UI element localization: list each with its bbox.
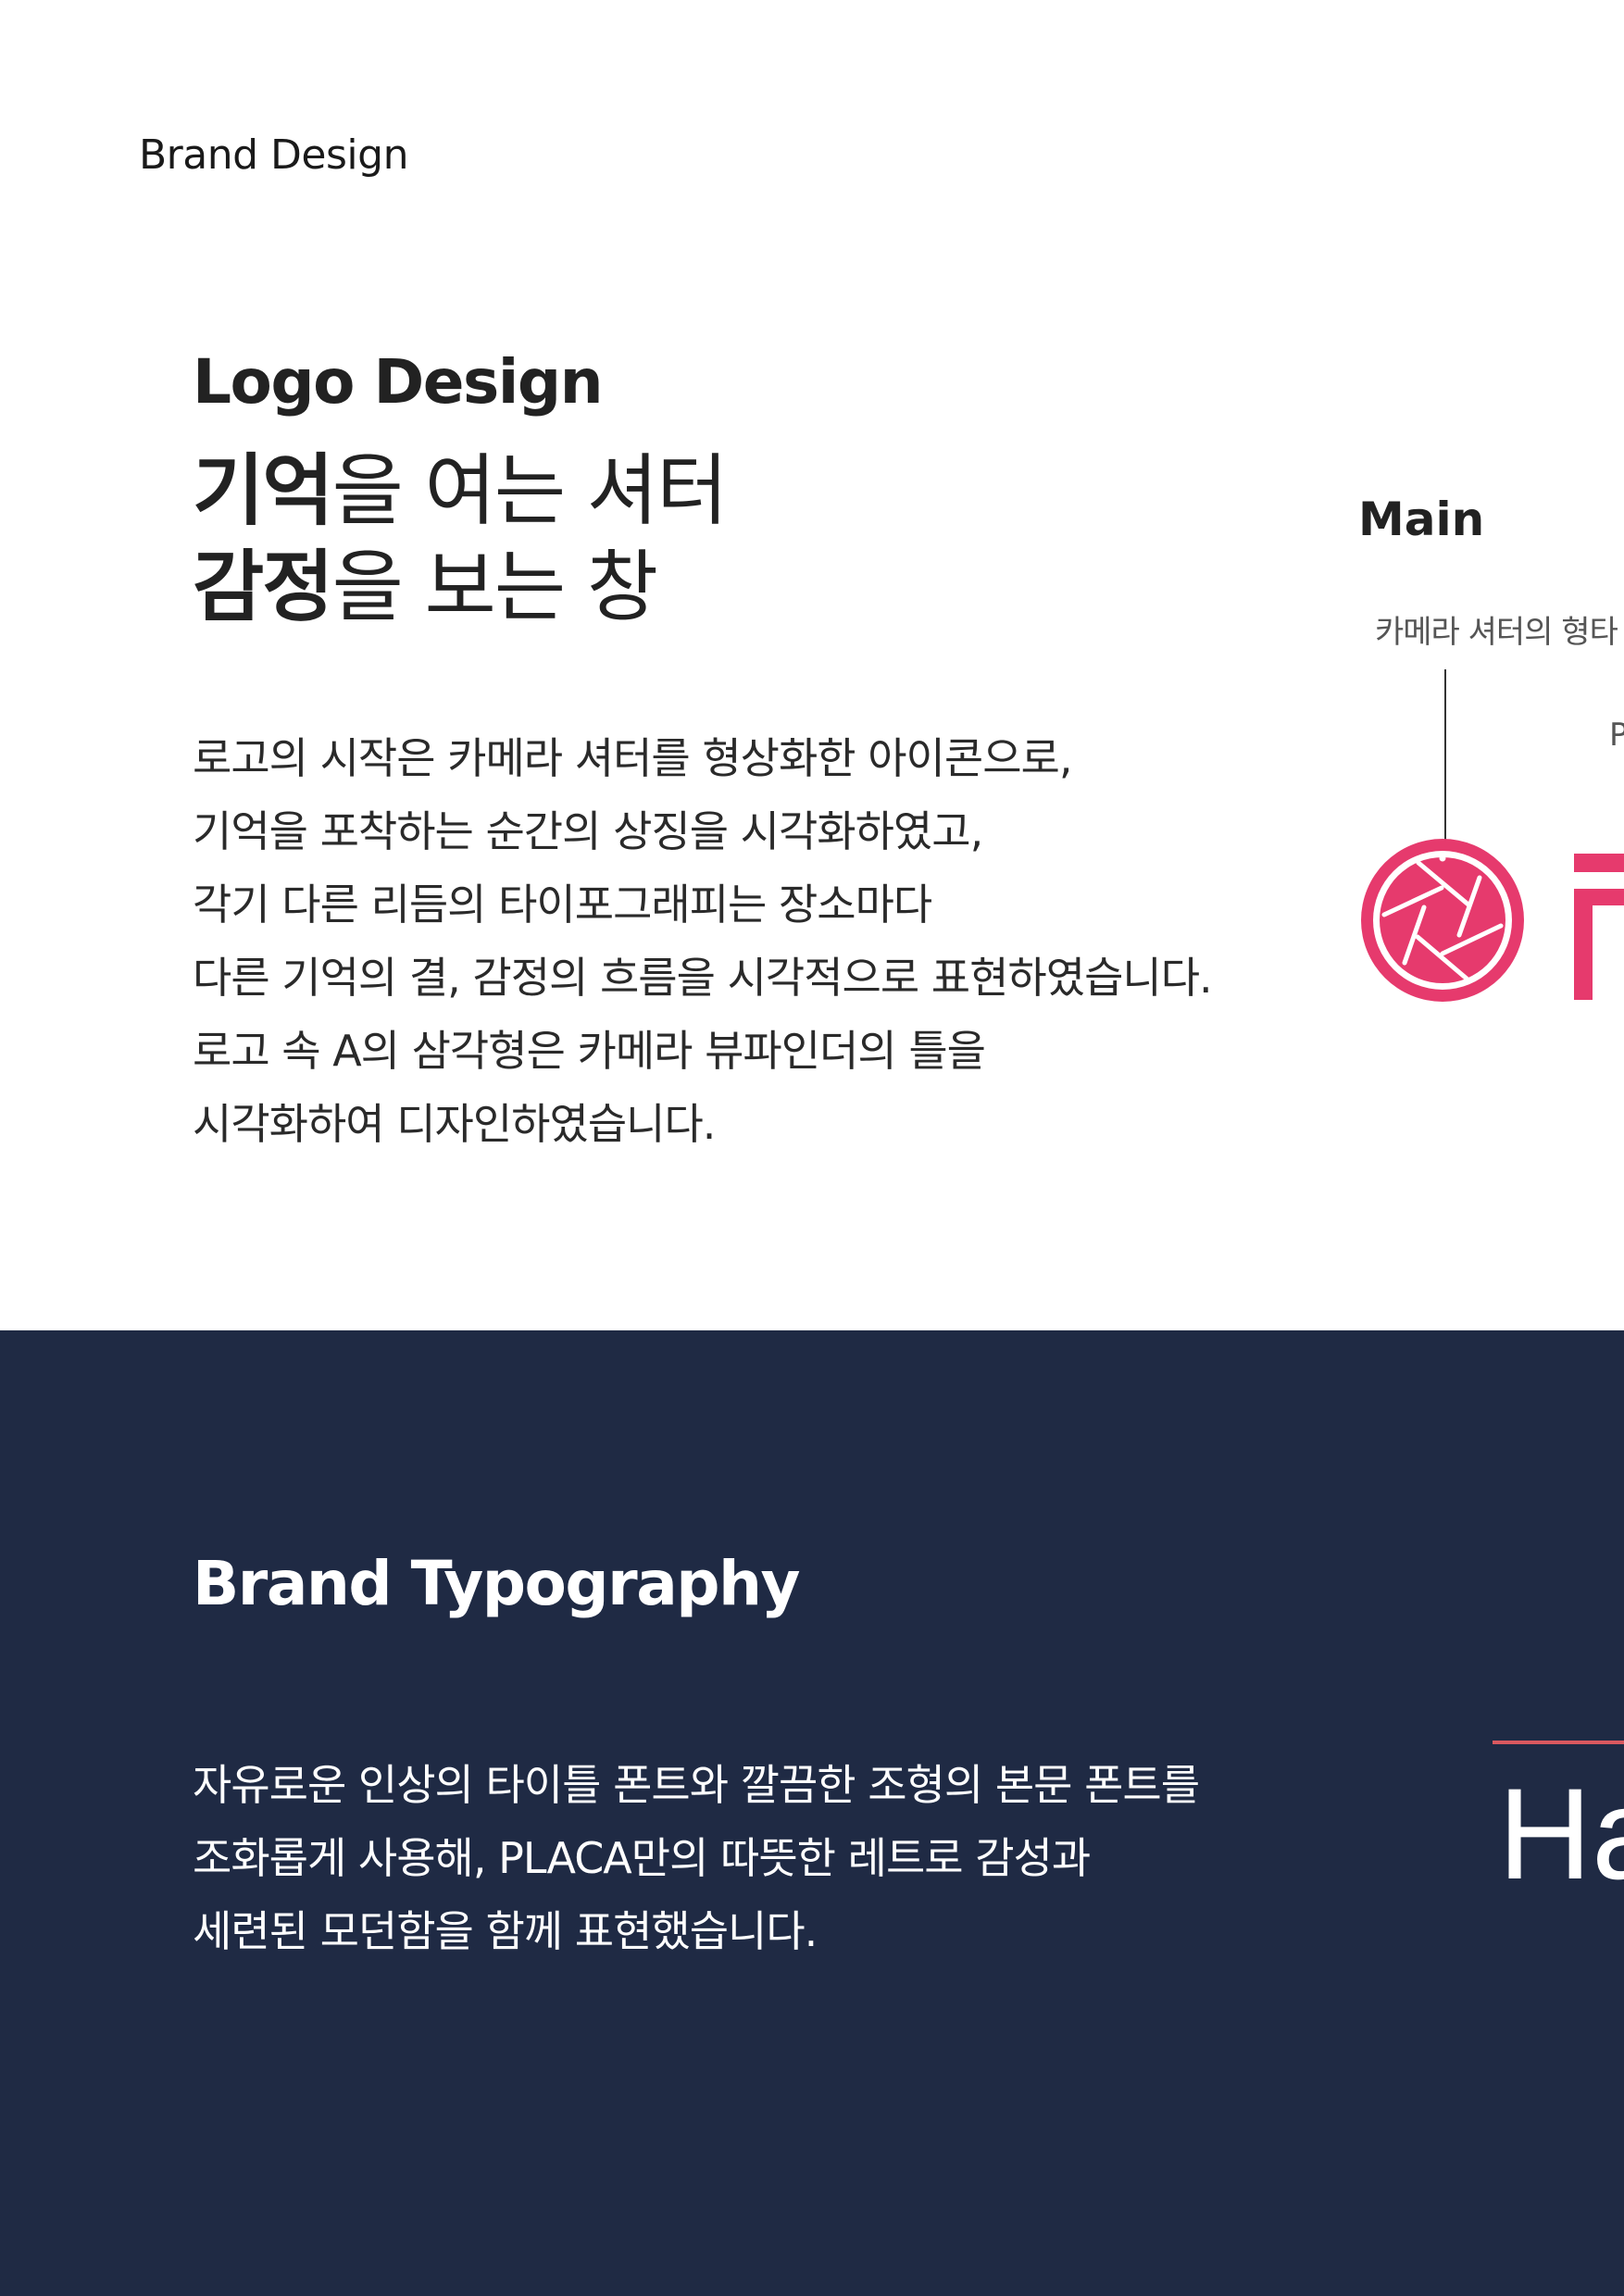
shutter-annotation: 카메라 셔터의 형타 [1375, 614, 1618, 651]
logo-description-line: 각기 다른 리듬의 타이포그래피는 장소마다 [193, 880, 932, 930]
logo-design-title: Logo Design [193, 346, 604, 418]
type-specimen-text: Ha [1498, 1782, 1624, 1884]
camera-shutter-icon [1361, 839, 1524, 1002]
headline-line-1: 기억을 여는 셔터 [193, 443, 729, 539]
typography-description-line: 자유로운 인상의 타이틀 폰트와 깔끔한 조형의 본문 폰트를 [193, 1760, 1200, 1810]
logo-design-section: Logo Design 기억을 여는 셔터 감정을 보는 창 로고의 시작은 카… [0, 0, 1624, 1330]
headline-line-2-bold: 감정 [193, 542, 334, 632]
logo-description: 로고의 시작은 카메라 셔터를 형상화한 아이콘으로, 기억을 포착하는 순간의… [193, 722, 1213, 1161]
typography-description-line: 세련된 모던함을 함께 표현했습니다. [193, 1906, 818, 1956]
headline-line-2-rest: 을 보는 창 [331, 542, 659, 632]
headline-line-2: 감정을 보는 창 [193, 539, 726, 635]
logo-description-line: 다른 기억의 결, 감정의 흐름을 시각적으로 표현하였습니다. [193, 953, 1213, 1003]
headline-line-1-bold: 기억 [193, 445, 334, 536]
main-logo-label: Main [1358, 493, 1485, 546]
logo-description-line: 기억을 포착하는 순간의 상징을 시각화하였고, [193, 806, 983, 856]
logo-description-line: 시각화하여 디자인하였습니다. [193, 1099, 716, 1149]
annotation-leader-line [1444, 669, 1446, 855]
logo-description-line: 로고의 시작은 카메라 셔터를 형상화한 아이콘으로, [193, 733, 1072, 783]
logo-headline: 기억을 여는 셔터 감정을 보는 창 [193, 443, 729, 635]
brand-typography-title: Brand Typography [193, 1548, 800, 1619]
brand-typography-section: Brand Typography 자유로운 인상의 타이틀 폰트와 깔끔한 조형… [0, 1330, 1624, 2296]
logo-description-line: 로고 속 A의 삼각형은 카메라 뷰파인더의 틀을 [193, 1026, 986, 1076]
typography-description: 자유로운 인상의 타이틀 폰트와 깔끔한 조형의 본문 폰트를 조화롭게 사용해… [193, 1749, 1200, 1968]
wordmark-annotation: P [1609, 717, 1624, 754]
accent-rule [1493, 1741, 1624, 1744]
logo-wordmark-fragment [1574, 854, 1624, 1000]
headline-line-1-rest: 을 여는 셔터 [331, 445, 729, 536]
typography-description-line: 조화롭게 사용해, PLACA만의 따뜻한 레트로 감성과 [193, 1833, 1091, 1883]
type-specimen: Ha [1498, 1782, 1624, 1884]
